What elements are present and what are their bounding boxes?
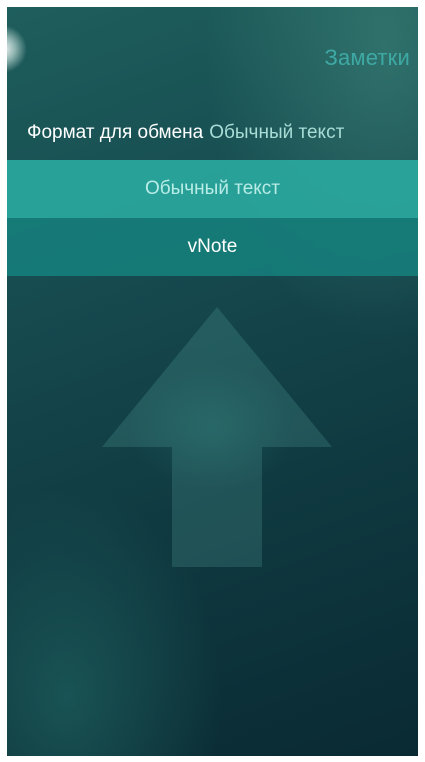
format-combobox[interactable]: Формат для обмена Обычный текст xyxy=(27,122,344,144)
combobox-label: Формат для обмена xyxy=(27,122,204,143)
app-screen: Заметки Формат для обмена Обычный текст О… xyxy=(7,7,418,756)
menu-item-vnote[interactable]: vNote xyxy=(7,218,418,276)
pulley-glow-indicator xyxy=(7,25,27,73)
format-options-menu: Обычный текст vNote xyxy=(7,160,418,276)
page-title: Заметки xyxy=(324,45,410,70)
combobox-value: Обычный текст xyxy=(209,122,345,143)
background-arrow-graphic xyxy=(102,307,332,567)
menu-item-plain-text[interactable]: Обычный текст xyxy=(7,160,418,218)
